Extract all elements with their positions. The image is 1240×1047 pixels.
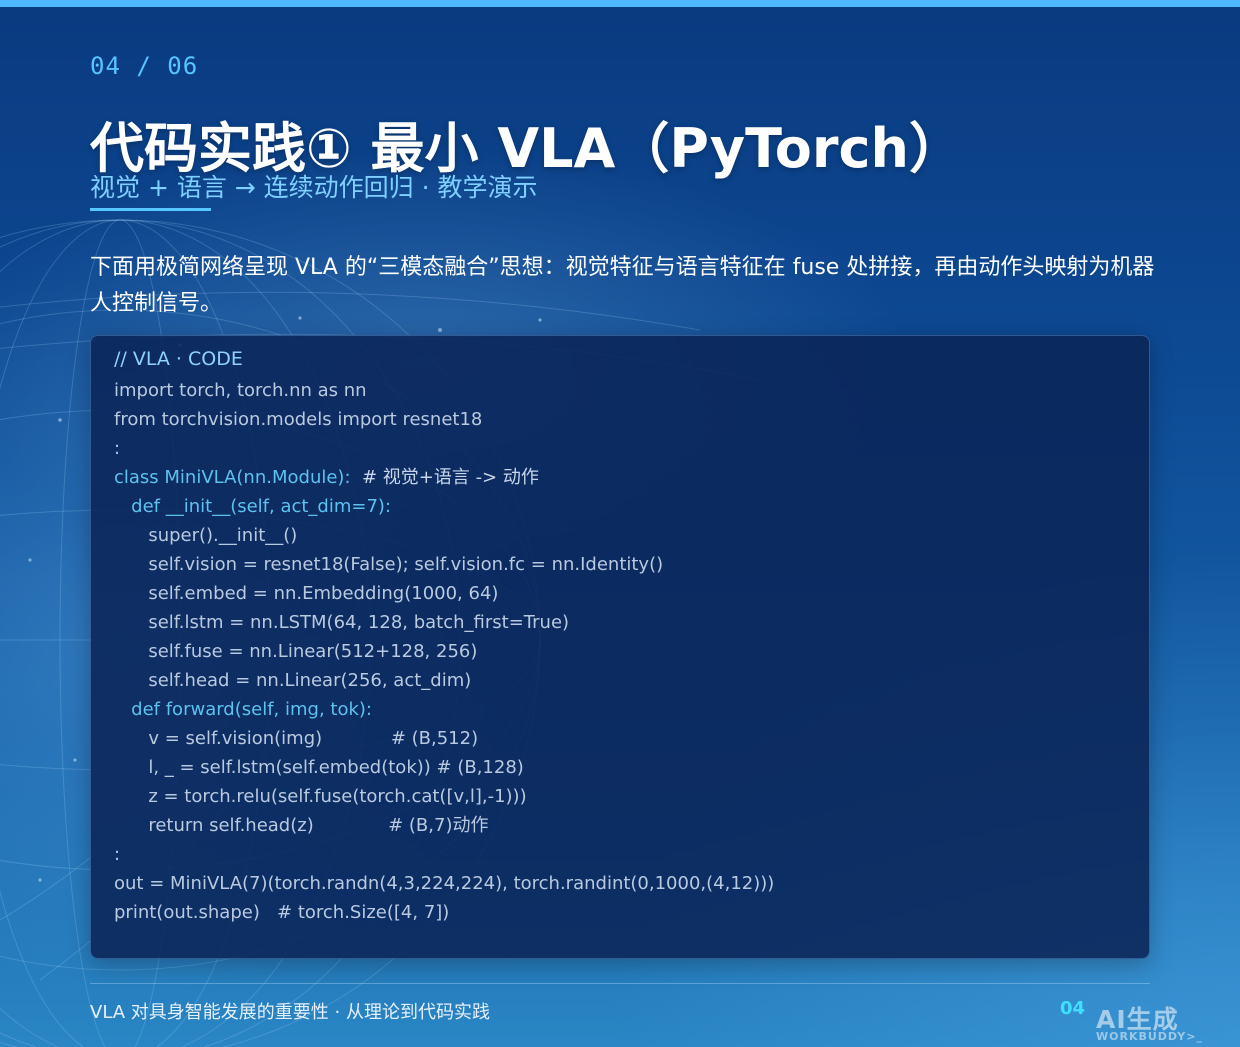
code-line-text: z = torch.relu(self.fuse(torch.cat([v,l]… — [114, 786, 527, 807]
footer-divider — [90, 983, 1150, 984]
code-line-text: self.vision = resnet18(False); self.visi… — [114, 554, 664, 575]
code-line: self.lstm = nn.LSTM(64, 128, batch_first… — [114, 608, 1129, 637]
code-panel: // VLA · CODE import torch, torch.nn as … — [90, 335, 1150, 959]
code-line-comment: # 视觉+语言 -> 动作 — [350, 467, 539, 488]
code-line: import torch, torch.nn as nn — [114, 376, 1129, 405]
subtitle-underline — [90, 208, 211, 211]
code-line-text: def __init__(self, act_dim=7): — [114, 496, 392, 517]
code-line: out = MiniVLA(7)(torch.randn(4,3,224,224… — [114, 869, 1129, 898]
code-line: print(out.shape) # torch.Size([4, 7]) — [114, 898, 1129, 927]
code-line-text: def forward(self, img, tok): — [114, 699, 372, 720]
code-line: z = torch.relu(self.fuse(torch.cat([v,l]… — [114, 782, 1129, 811]
code-line-text: self.head = nn.Linear(256, act_dim) — [114, 670, 472, 691]
code-line: class MiniVLA(nn.Module): # 视觉+语言 -> 动作 — [114, 463, 1129, 492]
code-line: self.head = nn.Linear(256, act_dim) — [114, 666, 1129, 695]
intro-paragraph: 下面用极简网络呈现 VLA 的“三模态融合”思想：视觉特征与语言特征在 fuse… — [90, 255, 1155, 316]
code-line: return self.head(z) # (B,7)动作 — [114, 811, 1129, 840]
code-line: from torchvision.models import resnet18 — [114, 405, 1129, 434]
code-line-text: print(out.shape) # torch.Size([4, 7]) — [114, 902, 450, 923]
code-line-text: return self.head(z) # (B,7)动作 — [114, 815, 489, 836]
code-lines: import torch, torch.nn as nn from torchvi… — [114, 376, 1129, 927]
code-line: self.fuse = nn.Linear(512+128, 256) — [114, 637, 1129, 666]
code-line-text: class MiniVLA(nn.Module): — [114, 467, 351, 488]
code-line: def __init__(self, act_dim=7): — [114, 492, 1129, 521]
code-line: self.embed = nn.Embedding(1000, 64) — [114, 579, 1129, 608]
code-line-text: super().__init__() — [114, 525, 298, 546]
code-line-text: self.fuse = nn.Linear(512+128, 256) — [114, 641, 478, 662]
code-line: l, _ = self.lstm(self.embed(tok)) # (B,1… — [114, 753, 1129, 782]
code-line-text: v = self.vision(img) # (B,512) — [114, 728, 479, 749]
watermark-sub: WORKBUDDY>_ — [1096, 1030, 1203, 1043]
code-line: : — [114, 434, 1129, 463]
code-line: def forward(self, img, tok): — [114, 695, 1129, 724]
code-line: : — [114, 840, 1129, 869]
code-line-text: from torchvision.models import resnet18 — [114, 409, 483, 430]
code-line-text: import torch, torch.nn as nn — [114, 380, 367, 401]
code-header: // VLA · CODE — [114, 348, 243, 370]
code-line-text: self.embed = nn.Embedding(1000, 64) — [114, 583, 499, 604]
code-line-text: self.lstm = nn.LSTM(64, 128, batch_first… — [114, 612, 570, 633]
code-line-text: : — [114, 438, 121, 459]
footer-page-number: 04 — [1060, 998, 1086, 1019]
code-line-text: : — [114, 844, 121, 865]
page-subtitle: 视觉 + 语言 → 连续动作回归 · 教学演示 — [90, 173, 538, 202]
code-line: super().__init__() — [114, 521, 1129, 550]
page-counter: 04 / 06 — [90, 52, 199, 80]
code-line: self.vision = resnet18(False); self.visi… — [114, 550, 1129, 579]
footer-text: VLA 对具身智能发展的重要性 · 从理论到代码实践 — [90, 1002, 490, 1023]
code-line-text: l, _ = self.lstm(self.embed(tok)) # (B,1… — [114, 757, 524, 778]
ai-generated-watermark: AI生成 WORKBUDDY>_ — [1094, 1000, 1228, 1044]
code-line: v = self.vision(img) # (B,512) — [114, 724, 1129, 753]
code-line-text: out = MiniVLA(7)(torch.randn(4,3,224,224… — [114, 873, 775, 894]
